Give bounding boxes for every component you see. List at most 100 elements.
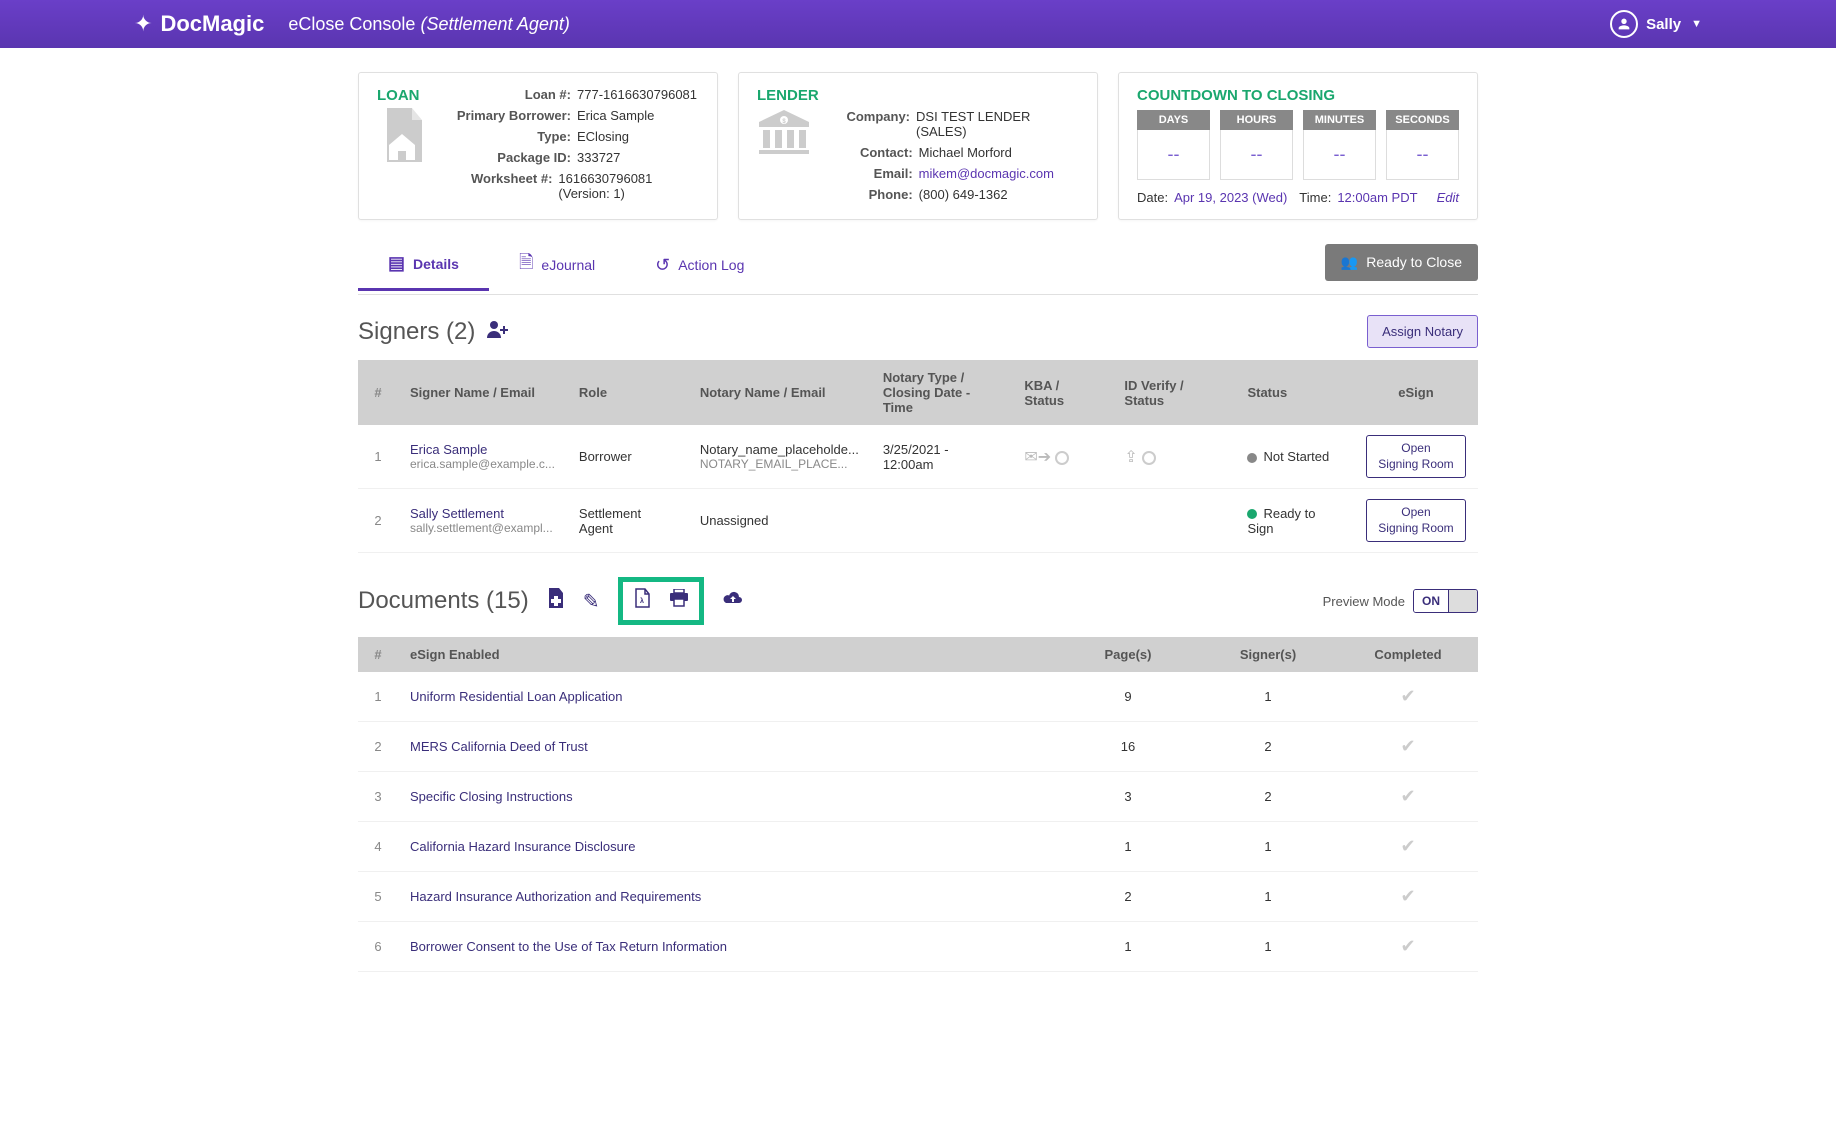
edit-icon[interactable]: ✎: [583, 589, 600, 614]
countdown-label: MINUTES: [1303, 110, 1376, 130]
loan-no-value: 777-1616630796081: [577, 87, 697, 102]
col-name: Signer Name / Email: [398, 360, 567, 425]
doc-name[interactable]: Borrower Consent to the Use of Tax Retur…: [398, 922, 1058, 972]
tab-details[interactable]: ▤ Details: [358, 239, 489, 291]
add-signer-icon[interactable]: [487, 320, 509, 344]
loan-title: LOAN: [377, 87, 427, 104]
date-value: Apr 19, 2023 (Wed): [1174, 190, 1287, 205]
history-icon: ↺: [655, 255, 670, 276]
house-icon: [377, 108, 427, 174]
logo-text: DocMagic: [160, 11, 264, 37]
dcol-signers: Signer(s): [1198, 637, 1338, 672]
check-icon: ✔: [1338, 872, 1478, 922]
col-kba: KBA / Status: [1012, 360, 1112, 425]
highlight-box: λ: [618, 577, 704, 625]
doc-num: 4: [358, 822, 398, 872]
doc-name[interactable]: Specific Closing Instructions: [398, 772, 1058, 822]
doc-name[interactable]: Hazard Insurance Authorization and Requi…: [398, 872, 1058, 922]
notary-email: NOTARY_EMAIL_PLACE...: [700, 457, 859, 471]
col-type: Notary Type / Closing Date - Time: [871, 360, 1013, 425]
document-row: 2 MERS California Deed of Trust 16 2 ✔: [358, 722, 1478, 772]
loan-no-label: Loan #:: [441, 87, 571, 102]
mail-icon[interactable]: ✉➔: [1024, 449, 1051, 466]
doc-signers: 1: [1198, 822, 1338, 872]
user-menu[interactable]: Sally ▼: [1610, 10, 1702, 38]
cloud-upload-icon[interactable]: [722, 590, 744, 613]
doc-pages: 2: [1058, 872, 1198, 922]
share-icon[interactable]: ⇪: [1124, 449, 1137, 466]
contact-label: Contact:: [833, 145, 913, 160]
row-num: 1: [358, 425, 398, 489]
status-circle-icon: [1055, 451, 1069, 465]
doc-name[interactable]: MERS California Deed of Trust: [398, 722, 1058, 772]
date-label: Date:: [1137, 190, 1168, 205]
dcol-name: eSign Enabled: [398, 637, 1058, 672]
notary-name: Notary_name_placeholde...: [700, 442, 859, 457]
pdf-icon[interactable]: λ: [633, 588, 651, 614]
doc-signers: 2: [1198, 772, 1338, 822]
toggle-off: [1449, 590, 1477, 612]
preview-toggle[interactable]: ON: [1413, 589, 1478, 613]
kba-cell: [1012, 489, 1112, 553]
ready-to-close-button[interactable]: 👥 Ready to Close: [1325, 244, 1478, 281]
document-row: 5 Hazard Insurance Authorization and Req…: [358, 872, 1478, 922]
col-role: Role: [567, 360, 688, 425]
toggle-on: ON: [1414, 590, 1449, 612]
borrower-value: Erica Sample: [577, 108, 654, 123]
signer-email: sally.settlement@exampl...: [410, 521, 555, 535]
doc-signers: 1: [1198, 672, 1338, 722]
open-signing-room-button[interactable]: Open Signing Room: [1366, 435, 1466, 478]
signer-role: Settlement Agent: [567, 489, 688, 553]
doc-name[interactable]: Uniform Residential Loan Application: [398, 672, 1058, 722]
status-cell: Not Started: [1235, 425, 1354, 489]
ejournal-icon: 🗎: [519, 250, 533, 280]
document-row: 3 Specific Closing Instructions 3 2 ✔: [358, 772, 1478, 822]
phone-value: (800) 649-1362: [919, 187, 1008, 202]
notary-name: Unassigned: [700, 513, 859, 528]
countdown-value: --: [1303, 130, 1376, 180]
caret-down-icon: ▼: [1691, 18, 1702, 30]
status-dot-icon: [1247, 509, 1257, 519]
doc-num: 3: [358, 772, 398, 822]
open-signing-room-button[interactable]: Open Signing Room: [1366, 499, 1466, 542]
documents-toolbar: Documents (15) ✎ λ Preview Mode ON: [358, 577, 1478, 625]
lender-card: LENDER $ Company:DSI TEST LENDER (SALES): [738, 72, 1098, 220]
document-row: 1 Uniform Residential Loan Application 9…: [358, 672, 1478, 722]
doc-name[interactable]: California Hazard Insurance Disclosure: [398, 822, 1058, 872]
assign-notary-button[interactable]: Assign Notary: [1367, 315, 1478, 348]
console-subtitle: (Settlement Agent): [420, 14, 569, 34]
print-icon[interactable]: [669, 589, 689, 613]
idv-cell: ⇪: [1112, 425, 1235, 489]
company-value: DSI TEST LENDER (SALES): [916, 109, 1079, 139]
borrower-label: Primary Borrower:: [441, 108, 571, 123]
email-value[interactable]: mikem@docmagic.com: [919, 166, 1054, 181]
doc-pages: 1: [1058, 822, 1198, 872]
email-label: Email:: [833, 166, 913, 181]
check-icon: ✔: [1338, 722, 1478, 772]
countdown-title: COUNTDOWN TO CLOSING: [1137, 87, 1459, 104]
countdown-value: --: [1137, 130, 1210, 180]
tab-actionlog[interactable]: ↺ Action Log: [625, 241, 774, 290]
loan-card: LOAN Loan #: 777-1616630796081 Primary Bo…: [358, 72, 718, 220]
worksheet-value: 1616630796081 (Version: 1): [558, 171, 699, 201]
documents-table: # eSign Enabled Page(s) Signer(s) Comple…: [358, 637, 1478, 972]
add-document-icon[interactable]: [547, 588, 565, 614]
signer-role: Borrower: [567, 425, 688, 489]
check-icon: ✔: [1338, 672, 1478, 722]
doc-pages: 3: [1058, 772, 1198, 822]
doc-num: 6: [358, 922, 398, 972]
col-num: #: [358, 360, 398, 425]
tab-ejournal[interactable]: 🗎 eJournal: [489, 236, 625, 294]
signer-name[interactable]: Erica Sample: [410, 442, 555, 457]
tab-ejournal-label: eJournal: [541, 257, 595, 273]
edit-link[interactable]: Edit: [1437, 190, 1459, 205]
document-row: 4 California Hazard Insurance Disclosure…: [358, 822, 1478, 872]
dcol-completed: Completed: [1338, 637, 1478, 672]
countdown-label: HOURS: [1220, 110, 1293, 130]
document-row: 6 Borrower Consent to the Use of Tax Ret…: [358, 922, 1478, 972]
signer-name[interactable]: Sally Settlement: [410, 506, 555, 521]
tabs-row: ▤ Details 🗎 eJournal ↺ Action Log 👥 Read…: [358, 236, 1478, 295]
tab-actionlog-label: Action Log: [678, 257, 744, 273]
check-icon: ✔: [1338, 772, 1478, 822]
doc-num: 2: [358, 722, 398, 772]
